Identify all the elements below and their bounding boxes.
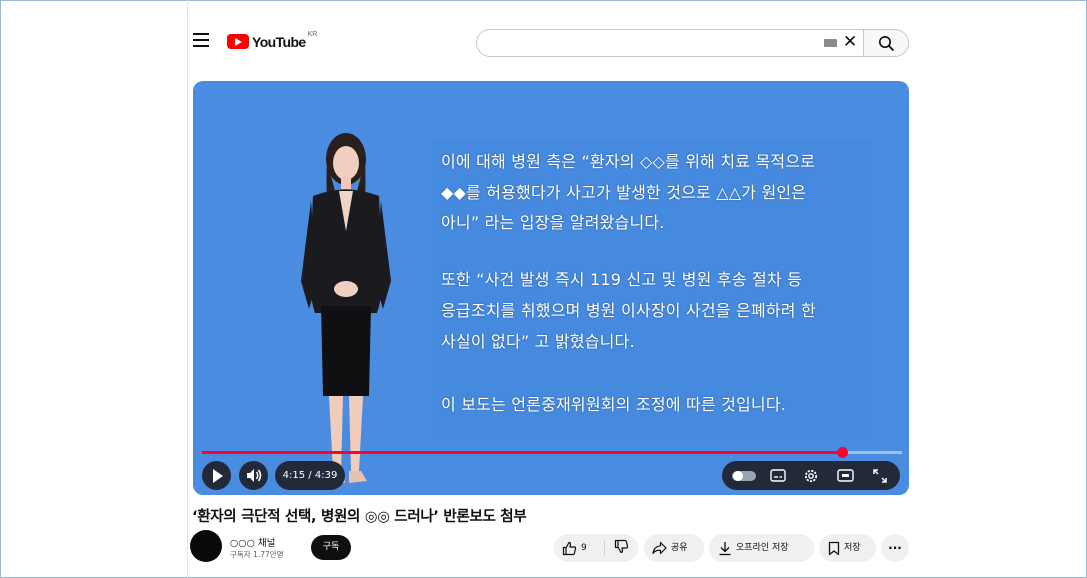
progress-fill	[202, 451, 842, 454]
autoplay-toggle[interactable]	[728, 461, 760, 490]
caption-line: 또한 “사건 발생 즉시 119 신고 및 병원 후송 절차 등	[441, 270, 803, 289]
share-icon	[652, 541, 667, 555]
like-button[interactable]: 9	[554, 534, 604, 562]
caption-line: 이에 대해 병원 측은 “환자의 ◇◇를 위해 치료 목적으로	[441, 152, 816, 171]
search-input[interactable]	[476, 29, 863, 57]
download-icon	[718, 541, 732, 556]
youtube-play-logo-icon	[227, 34, 249, 49]
theater-icon	[836, 469, 854, 482]
subtitles-button[interactable]	[764, 461, 792, 490]
settings-icon	[804, 469, 818, 482]
caption-panel: 이에 대해 병원 측은 “환자의 ◇◇를 위해 치료 목적으로 ◆◆를 허용했다…	[433, 139, 873, 439]
progress-handle[interactable]	[836, 447, 848, 458]
theater-mode-button[interactable]	[830, 461, 860, 490]
logo-text: YouTube	[252, 34, 306, 50]
bookmark-icon	[828, 541, 840, 556]
thumbs-down-icon	[614, 539, 629, 557]
more-actions-button[interactable]: ···	[881, 534, 909, 562]
youtube-logo[interactable]: YouTube KR	[227, 31, 318, 50]
logo-region: KR	[307, 31, 318, 38]
progress-bar[interactable]	[202, 447, 902, 458]
offline-save-button[interactable]: 오프라인 저장	[709, 534, 814, 562]
autoplay-toggle-icon	[732, 470, 756, 481]
volume-button[interactable]	[239, 461, 268, 490]
caption-line: ◆◆를 허용했다가 사고가 발생한 것으로 △△가 원인은	[441, 183, 807, 202]
close-icon[interactable]: ✕	[843, 33, 857, 51]
menu-icon[interactable]	[193, 33, 209, 47]
fullscreen-button[interactable]	[866, 461, 894, 490]
offline-save-label: 오프라인 저장	[736, 543, 789, 553]
subscriber-count: 구독자 1.77만명	[230, 550, 284, 559]
video-player[interactable]: 이에 대해 병원 측은 “환자의 ◇◇를 위해 치료 목적으로 ◆◆를 허용했다…	[193, 81, 909, 495]
save-label: 저장	[844, 543, 861, 553]
subscribe-button[interactable]: 구독	[311, 535, 351, 560]
share-button[interactable]: 공유	[644, 534, 704, 562]
volume-icon	[247, 469, 262, 482]
subtitles-icon	[770, 469, 786, 482]
thumbs-up-icon	[562, 541, 577, 556]
news-anchor-figure	[301, 133, 391, 483]
channel-name[interactable]: ○○○ 채널	[230, 535, 275, 549]
caption-line: 아니” 라는 입장을 알려왔습니다.	[441, 213, 665, 232]
caption-line: 사실이 없다” 고 밝혔습니다.	[441, 332, 635, 351]
keyboard-icon[interactable]	[824, 39, 837, 47]
dislike-button[interactable]	[605, 534, 638, 562]
divider	[187, 0, 188, 578]
video-title: ‘환자의 극단적 선택, 병원의 ◎◎ 드러나’ 반론보도 첨부	[192, 509, 527, 525]
save-button[interactable]: 저장	[819, 534, 876, 562]
more-icon: ···	[888, 541, 902, 555]
like-dislike-group: 9	[554, 534, 638, 562]
caption-line: 응급조치를 취했으며 병원 이사장이 사건을 은폐하려 한	[441, 301, 816, 320]
avatar[interactable]	[190, 530, 222, 562]
time-display: 4:15 / 4:39	[275, 461, 345, 490]
like-count: 9	[581, 543, 587, 553]
share-label: 공유	[671, 543, 688, 553]
search-button[interactable]	[863, 29, 909, 57]
search-icon	[879, 36, 895, 52]
settings-button[interactable]	[797, 461, 825, 490]
caption-line: 이 보도는 언론중재위원회의 조정에 따른 것입니다.	[441, 395, 787, 414]
play-button[interactable]	[202, 461, 231, 490]
fullscreen-icon	[873, 468, 887, 483]
player-right-controls	[722, 461, 900, 490]
